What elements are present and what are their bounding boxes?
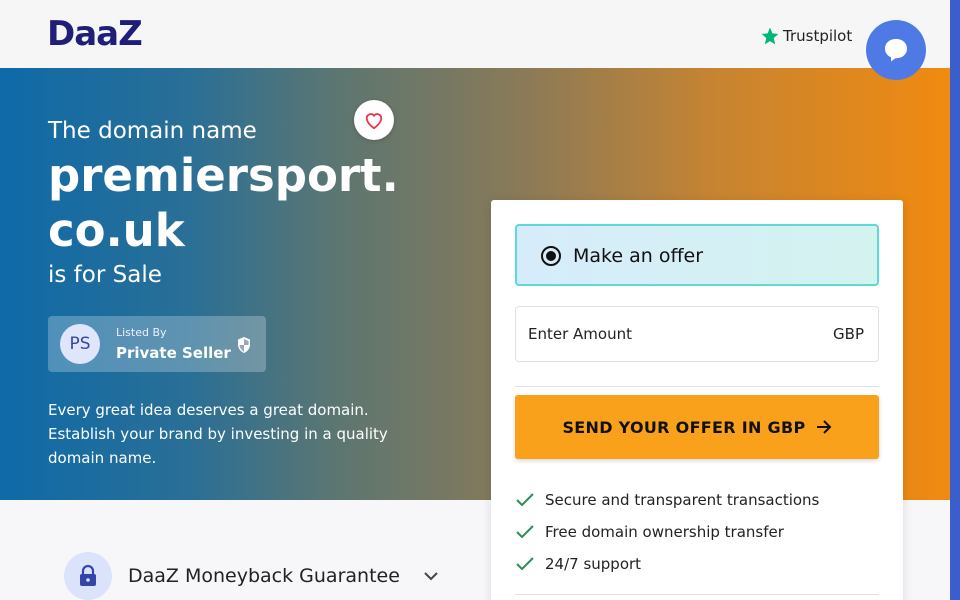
chat-button[interactable] (866, 20, 926, 80)
seller-badge[interactable]: PS Listed By Private Seller (48, 316, 266, 372)
for-sale-text: is for Sale (48, 262, 162, 288)
lock-icon (80, 565, 96, 586)
right-edge-strip (950, 0, 960, 600)
divider (515, 594, 879, 595)
offer-radio[interactable] (541, 246, 561, 266)
send-offer-button[interactable]: SEND YOUR OFFER IN GBP (515, 395, 879, 459)
shield-icon (238, 337, 250, 353)
trustpilot-link[interactable]: Trustpilot (760, 26, 852, 46)
chevron-down-icon (424, 572, 438, 581)
favorite-button[interactable] (354, 100, 394, 140)
arrow-right-icon (816, 420, 831, 434)
hero-subtitle: The domain name (48, 118, 257, 144)
make-offer-option[interactable]: Make an offer (515, 224, 879, 286)
feature-text: Free domain ownership transfer (545, 523, 784, 541)
feature-item: 24/7 support (515, 548, 819, 580)
description-line-2: Establish your brand by investing in a q… (48, 425, 388, 443)
offer-card: Make an offer GBP SEND YOUR OFFER IN GBP… (491, 200, 903, 600)
send-offer-label: SEND YOUR OFFER IN GBP (562, 417, 806, 437)
lock-badge (64, 552, 112, 600)
feature-item: Free domain ownership transfer (515, 516, 819, 548)
chat-bubble-icon (885, 39, 907, 62)
seller-avatar: PS (60, 324, 100, 364)
feature-item: Secure and transparent transactions (515, 484, 819, 516)
domain-line-2: co.uk (48, 204, 185, 257)
feature-text: Secure and transparent transactions (545, 491, 820, 509)
amount-field[interactable]: GBP (515, 306, 879, 362)
check-icon (516, 493, 534, 507)
listed-by-label: Listed By (116, 326, 167, 339)
star-icon (761, 27, 779, 45)
feature-text: 24/7 support (545, 555, 642, 573)
description-line-1: Every great idea deserves a great domain… (48, 401, 369, 419)
check-icon (516, 557, 534, 571)
make-offer-label: Make an offer (573, 245, 704, 267)
domain-name: premiersport. co.uk (48, 148, 408, 258)
currency-label: GBP (833, 325, 864, 343)
guarantee-label: DaaZ Moneyback Guarantee (128, 565, 400, 587)
domain-line-1: premiersport. (48, 149, 399, 202)
top-bar: DaaZ Trustpilot (0, 0, 950, 68)
heart-icon (365, 113, 383, 130)
divider (515, 386, 879, 387)
check-icon (516, 525, 534, 539)
feature-list: Secure and transparent transactions Free… (515, 484, 819, 580)
description-line-3: domain name. (48, 449, 157, 467)
trustpilot-label: Trustpilot (783, 27, 853, 45)
amount-input[interactable] (528, 307, 808, 361)
seller-name: Private Seller (116, 344, 231, 362)
moneyback-guarantee-toggle[interactable]: DaaZ Moneyback Guarantee (64, 552, 438, 600)
hero-description: Every great idea deserves a great domain… (48, 398, 408, 470)
daaz-logo[interactable]: DaaZ (47, 14, 143, 54)
